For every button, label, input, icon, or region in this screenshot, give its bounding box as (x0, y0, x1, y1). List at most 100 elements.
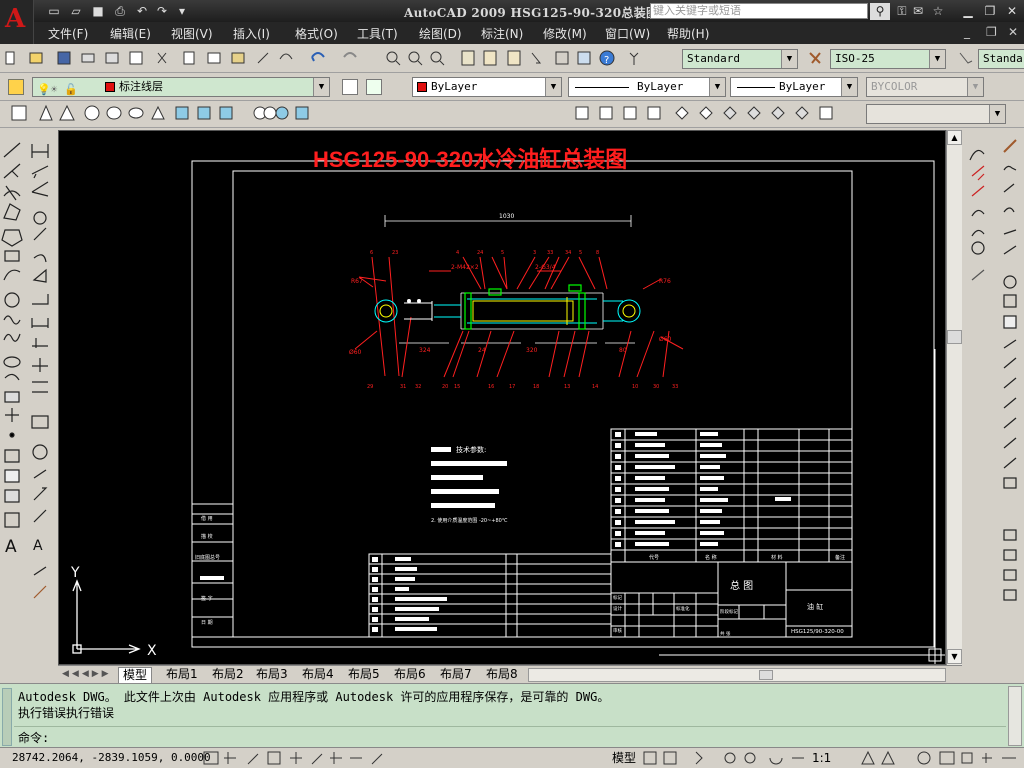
tb-sheets: 共 张 (720, 630, 731, 637)
text-style-select[interactable]: Standard ▼ (682, 49, 798, 69)
doc-close-button[interactable]: ✕ (1008, 25, 1018, 39)
new-icon[interactable]: ▭ (46, 3, 62, 19)
navigation-icons[interactable] (640, 749, 810, 767)
left-block-date: 日 期 (201, 620, 213, 626)
status-bar: 28742.2064, -2839.1059, 0.0000 模型 1:1 (0, 747, 1024, 768)
dim-320: 320 (526, 347, 538, 354)
color-select[interactable]: ByLayer ▼ (412, 77, 562, 97)
horizontal-scrollbar[interactable] (528, 668, 946, 682)
close-button[interactable]: ✕ (1002, 3, 1022, 20)
drawing-canvas[interactable]: 技术参数: 2. 使用介质温度范围 -20~+80℃ 总 图 油 缸 HSG12… (58, 130, 946, 665)
dim-80: 80 (619, 347, 627, 354)
menu-file[interactable]: 文件(F) (48, 25, 88, 42)
label-bottom: 31 (400, 384, 406, 390)
menu-help[interactable]: 帮助(H) (667, 25, 709, 42)
tb-design: 设计 (613, 605, 622, 612)
label-bottom: 30 (653, 384, 659, 390)
redo-icon[interactable]: ↷ (154, 3, 170, 19)
right-tool-icons[interactable] (964, 130, 1024, 610)
command-input[interactable]: 命令: (14, 726, 1006, 745)
tab-layout4[interactable]: 布局4 (298, 667, 338, 683)
dimension-style-select[interactable]: ISO-25 ▼ (830, 49, 946, 69)
label-bottom: 10 (632, 384, 638, 390)
plotstyle-select[interactable]: BYCOLOR ▼ (866, 77, 984, 97)
print-icon[interactable]: ⎙ (112, 3, 128, 19)
left-block-oldmap: 旧底图总号 (195, 554, 220, 561)
coordinate-display[interactable]: 28742.2064, -2839.1059, 0.0000 (12, 750, 211, 767)
application-menu-button[interactable]: A (0, 0, 34, 44)
dia-left-label: Ø60 (349, 349, 362, 356)
drafting-toggle-icons[interactable] (200, 749, 400, 767)
scroll-thumb[interactable] (947, 330, 962, 344)
minimize-button[interactable]: ▁ (958, 3, 978, 20)
make-current-layer-icon[interactable] (342, 79, 358, 95)
quick-access-dropdown-icon[interactable]: ▾ (174, 3, 190, 19)
menu-format[interactable]: 格式(O) (295, 25, 338, 42)
communication-center-icon[interactable]: ✉ (908, 3, 928, 20)
tab-layout8[interactable]: 布局8 (482, 667, 522, 683)
port-left-label: 2-M42×2 (451, 264, 479, 271)
model-space-toggle[interactable]: 模型 (612, 750, 636, 767)
open-icon[interactable]: ▱ (68, 3, 84, 19)
menu-dimension[interactable]: 标注(N) (481, 25, 523, 42)
favorites-icon[interactable]: ☆ (928, 3, 948, 20)
search-icon[interactable]: ⚲ (870, 3, 890, 20)
tab-nav-arrows[interactable]: ◀◀◀▶▶ (62, 669, 112, 679)
vertical-scrollbar[interactable]: ▲ ▼ (946, 130, 962, 665)
maximize-button[interactable]: ❐ (980, 3, 1000, 20)
label-bottom: 18 (533, 384, 539, 390)
chevron-down-icon: ▼ (841, 78, 857, 96)
draw-modify-tool-icons[interactable]: A A (0, 130, 56, 665)
menu-bar: 文件(F) 编辑(E) 视图(V) 插入(I) 格式(O) 工具(T) 绘图(D… (34, 22, 1024, 44)
lineweight-select[interactable]: ByLayer ▼ (730, 77, 858, 97)
table-style-select[interactable]: Standar (978, 49, 1024, 69)
layer-select[interactable]: 💡☀ 🔓 标注线层 ▼ (32, 77, 330, 97)
svg-text:A: A (33, 538, 43, 554)
menu-window[interactable]: 窗口(W) (605, 25, 650, 42)
drawing-heading: HSG125-90-320水冷油缸总装图 (313, 147, 627, 172)
scroll-up-button[interactable]: ▲ (947, 130, 962, 145)
port-right-label: 2-G3/4 (535, 264, 556, 271)
dia-right-label: Ø60 (659, 336, 672, 343)
tab-layout6[interactable]: 布局6 (390, 667, 430, 683)
save-icon[interactable]: ■ (90, 3, 106, 19)
title-block-part: 油 缸 (807, 602, 823, 611)
tab-layout3[interactable]: 布局3 (252, 667, 292, 683)
menu-modify[interactable]: 修改(M) (543, 25, 587, 42)
dim-324: 324 (419, 347, 431, 354)
label-bottom: 17 (509, 384, 515, 390)
hydraulic-cylinder-drawing: R67 R76 Ø60 Ø60 2-M42×2 2-G3/4 324 24 32… (349, 213, 684, 390)
menu-draw[interactable]: 绘图(D) (419, 25, 462, 42)
undo-icon[interactable]: ↶ (134, 3, 150, 19)
menu-view[interactable]: 视图(V) (171, 25, 213, 42)
visual-style-select[interactable]: ▼ (866, 104, 1006, 124)
command-scrollbar[interactable] (1008, 686, 1022, 746)
doc-minimize-button[interactable]: _ (964, 25, 970, 39)
doc-restore-button[interactable]: ❐ (986, 25, 997, 39)
hscroll-thumb[interactable] (759, 670, 773, 680)
tab-layout2[interactable]: 布局2 (208, 667, 248, 683)
status-tray-icons[interactable] (858, 749, 1024, 767)
annotation-scale[interactable]: 1:1 (812, 750, 831, 767)
scroll-down-button[interactable]: ▼ (947, 649, 962, 664)
label-top: 8 (596, 250, 599, 256)
label-top: 34 (565, 250, 571, 256)
tab-layout5[interactable]: 布局5 (344, 667, 384, 683)
tab-layout1[interactable]: 布局1 (162, 667, 202, 683)
ucs-icon (72, 579, 141, 654)
search-input[interactable]: 键入关键字或短语 (650, 3, 868, 19)
layer-previous-icon[interactable] (366, 79, 382, 95)
tech-title: 技术参数: (456, 445, 486, 454)
menu-edit[interactable]: 编辑(E) (110, 25, 151, 42)
tab-model[interactable]: 模型 (118, 667, 153, 683)
menu-tools[interactable]: 工具(T) (357, 25, 398, 42)
tab-layout7[interactable]: 布局7 (436, 667, 476, 683)
menu-insert[interactable]: 插入(I) (233, 25, 270, 42)
linetype-select[interactable]: ByLayer ▼ (568, 77, 726, 97)
chevron-down-icon: ▼ (545, 78, 561, 96)
command-window-grip[interactable] (2, 688, 12, 746)
left-block-borrow: 借 用 (201, 515, 213, 522)
label-bottom: 33 (672, 384, 678, 390)
ucs-y-label: Y (70, 565, 80, 581)
layer-manager-icon[interactable] (8, 79, 24, 95)
